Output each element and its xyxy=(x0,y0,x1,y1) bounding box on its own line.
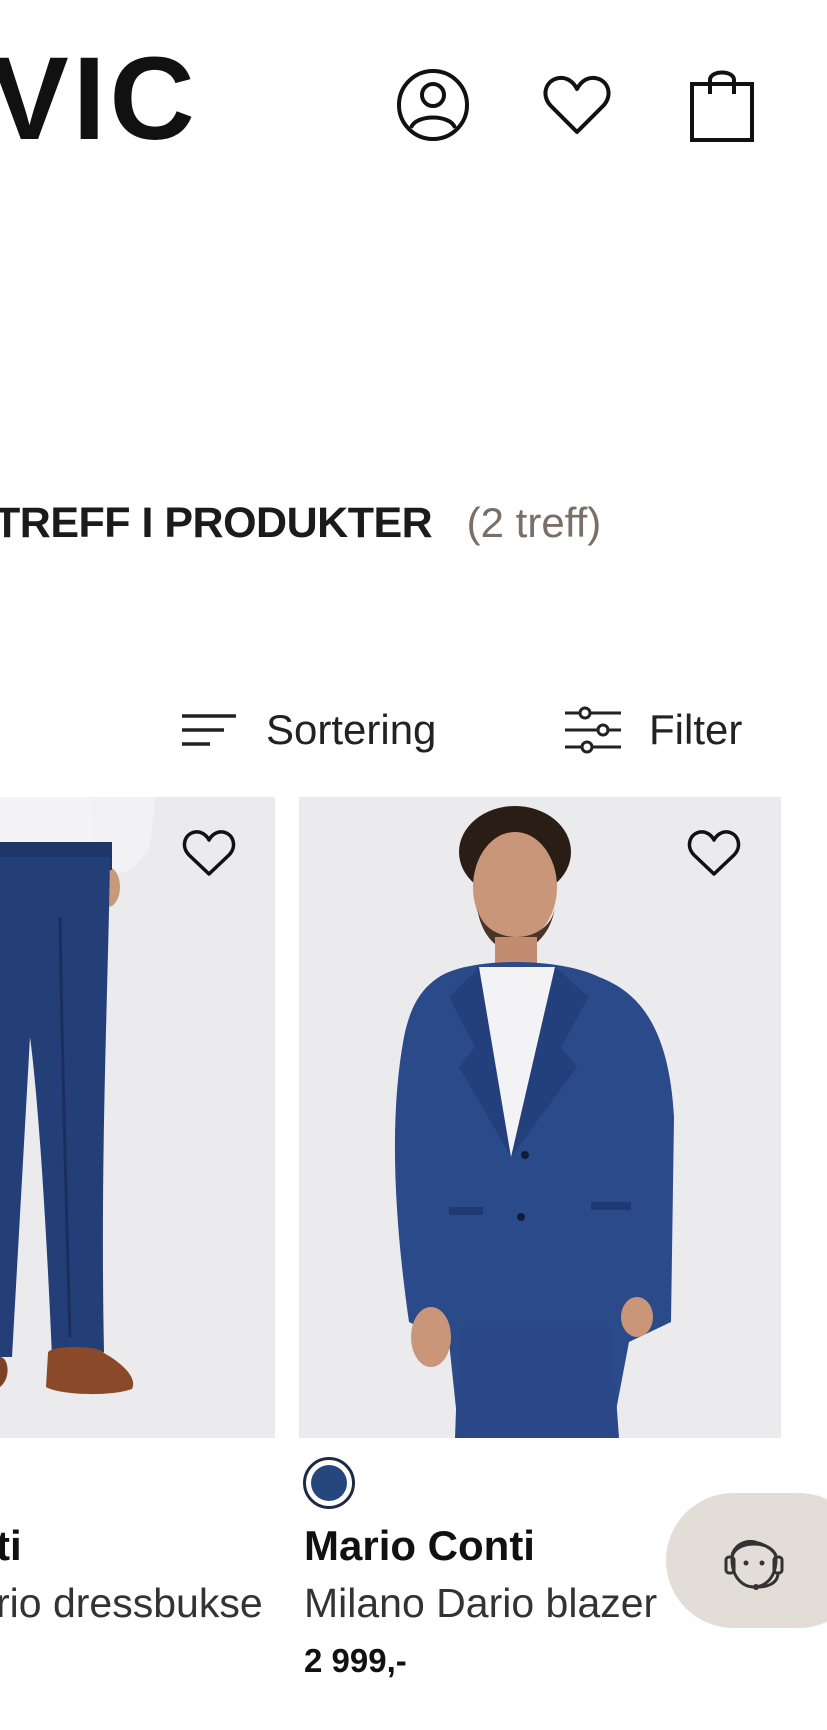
product-image-trousers[interactable] xyxy=(0,797,275,1438)
product-name[interactable]: Milano Dario blazer xyxy=(304,1580,657,1627)
results-count: (2 treff) xyxy=(466,499,602,546)
product-price: 2 999,- xyxy=(304,1642,407,1679)
product-image-blazer[interactable] xyxy=(299,797,781,1438)
trousers-photo xyxy=(0,797,275,1438)
account-icon[interactable] xyxy=(393,62,473,148)
product-name[interactable]: rio dressbukse xyxy=(0,1580,263,1627)
blazer-photo xyxy=(299,797,781,1438)
color-swatch-blue[interactable] xyxy=(303,1457,355,1509)
customer-support-button[interactable] xyxy=(666,1493,827,1628)
favorite-heart-icon[interactable] xyxy=(181,828,237,878)
results-heading: TREFF I PRODUKTER (2 treff) xyxy=(0,502,601,545)
brand-logo[interactable]: VIC xyxy=(0,40,199,158)
filter-label: Filter xyxy=(649,706,743,753)
sort-label: Sortering xyxy=(266,706,437,753)
product-brand[interactable]: ti xyxy=(0,1522,22,1570)
shopping-bag-icon[interactable] xyxy=(682,62,762,148)
filter-button[interactable]: Filter xyxy=(563,700,742,760)
product-brand[interactable]: Mario Conti xyxy=(304,1522,535,1570)
customer-support-icon xyxy=(724,1540,784,1590)
sort-icon xyxy=(182,714,236,746)
sort-button[interactable]: Sortering xyxy=(180,700,436,760)
favorite-heart-icon[interactable] xyxy=(686,828,742,878)
heart-icon[interactable] xyxy=(537,62,617,148)
filter-icon xyxy=(565,706,621,754)
results-title: TREFF I PRODUKTER xyxy=(0,499,433,547)
